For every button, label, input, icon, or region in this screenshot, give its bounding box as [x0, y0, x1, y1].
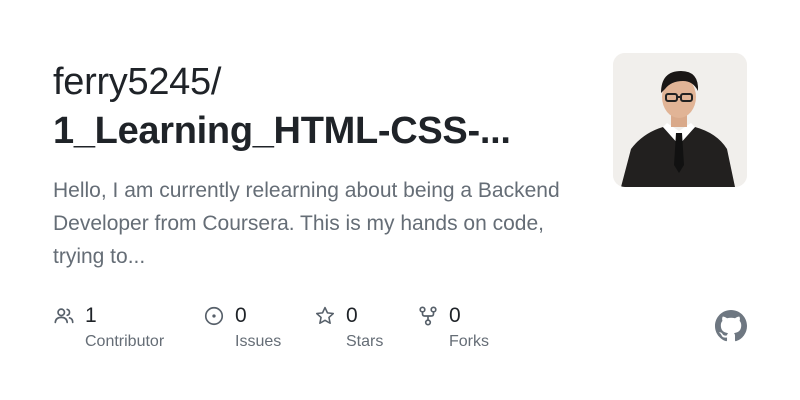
- forks-label: Forks: [449, 333, 489, 350]
- stat-forks[interactable]: 0 Forks: [417, 300, 489, 350]
- avatar: [613, 53, 747, 187]
- people-icon: [54, 308, 74, 324]
- forks-count: 0: [449, 304, 461, 327]
- fork-icon: [419, 306, 437, 326]
- social-preview-card: ferry5245/ 1_Learning_HTML-CSS-... Hello…: [0, 0, 800, 400]
- repo-owner[interactable]: ferry5245/: [53, 60, 221, 104]
- contributors-count: 1: [85, 304, 97, 327]
- repo-description: Hello, I am currently relearning about b…: [53, 179, 560, 268]
- issue-icon: [204, 306, 224, 326]
- star-icon: [315, 306, 335, 325]
- stars-label: Stars: [346, 333, 384, 350]
- issues-count: 0: [235, 304, 247, 327]
- repo-name[interactable]: 1_Learning_HTML-CSS-...: [53, 108, 511, 154]
- stat-issues[interactable]: 0 Issues: [203, 300, 281, 350]
- issues-label: Issues: [235, 333, 282, 350]
- github-logo-icon[interactable]: [715, 310, 747, 342]
- stars-count: 0: [346, 304, 358, 327]
- avatar-image: [613, 53, 747, 187]
- stat-stars[interactable]: 0 Stars: [314, 300, 383, 350]
- stat-contributors[interactable]: 1 Contributor: [53, 300, 164, 350]
- contributors-label: Contributor: [85, 333, 165, 350]
